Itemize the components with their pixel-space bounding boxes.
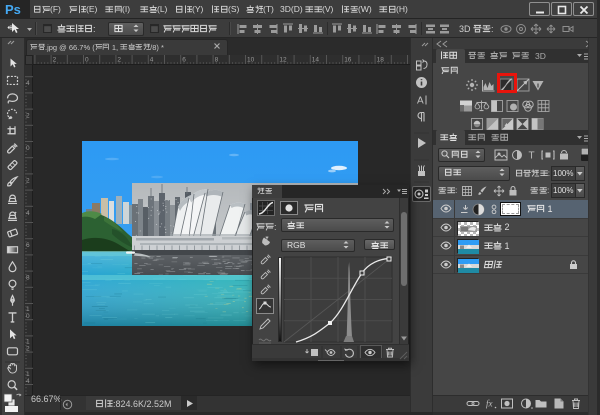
svg-text:14: 14 bbox=[312, 57, 320, 64]
svg-text:0: 0 bbox=[85, 57, 89, 64]
svg-text:8: 8 bbox=[26, 275, 30, 282]
svg-text:6: 6 bbox=[26, 242, 30, 249]
svg-text:2: 2 bbox=[117, 57, 121, 64]
svg-text:2: 2 bbox=[53, 57, 57, 64]
svg-text:T: T bbox=[529, 151, 535, 162]
svg-text:2: 2 bbox=[26, 345, 30, 352]
svg-text:18: 18 bbox=[377, 57, 385, 64]
svg-text:4: 4 bbox=[26, 378, 30, 385]
svg-text:fx: fx bbox=[486, 399, 493, 409]
svg-text:1: 1 bbox=[26, 306, 30, 313]
svg-text:1: 1 bbox=[26, 338, 30, 345]
svg-text:A: A bbox=[417, 96, 424, 107]
svg-text:10: 10 bbox=[247, 57, 255, 64]
svg-text:8: 8 bbox=[215, 57, 219, 64]
svg-text:4: 4 bbox=[26, 210, 30, 217]
svg-text:0: 0 bbox=[26, 145, 30, 152]
svg-text:4: 4 bbox=[26, 80, 30, 87]
svg-text:0: 0 bbox=[26, 313, 30, 320]
svg-text:1: 1 bbox=[26, 371, 30, 378]
svg-text:4: 4 bbox=[150, 57, 154, 64]
svg-text:2: 2 bbox=[26, 177, 30, 184]
svg-text:16: 16 bbox=[344, 57, 352, 64]
svg-text:12: 12 bbox=[279, 57, 287, 64]
svg-text:6: 6 bbox=[182, 57, 186, 64]
svg-text:2: 2 bbox=[26, 113, 30, 120]
